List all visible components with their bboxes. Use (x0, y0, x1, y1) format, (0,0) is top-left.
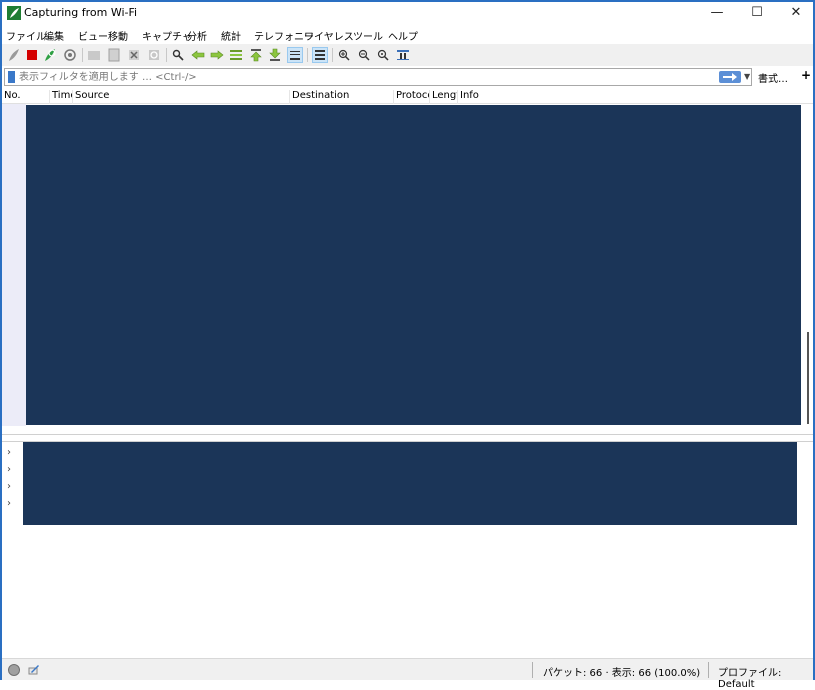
save-file-icon[interactable] (106, 47, 122, 63)
packet-details-pane[interactable]: › › › › (2, 442, 813, 656)
column-info[interactable]: Info (458, 90, 798, 104)
zoom-in-icon[interactable] (336, 47, 352, 63)
reload-icon[interactable] (146, 47, 162, 63)
main-toolbar (2, 44, 813, 66)
column-time[interactable]: Time (50, 90, 73, 104)
menu-capture[interactable]: キャプチャ (142, 28, 192, 43)
close-file-icon[interactable] (126, 47, 142, 63)
display-filter-bar: ▼ 書式… + (2, 67, 813, 87)
expert-info-icon[interactable] (8, 664, 20, 676)
menu-bar: ファイル 編集 ビュー 移動 キャプチャ 分析 統計 テレフォニー ワイヤレス … (2, 25, 813, 44)
menu-statistics[interactable]: 統計 (221, 28, 241, 43)
toolbar-separator (307, 48, 308, 62)
shark-fin-start-icon[interactable] (6, 47, 22, 63)
maximize-button[interactable]: ☐ (738, 2, 776, 24)
expand-arrow-icon[interactable]: › (7, 464, 11, 475)
column-source[interactable]: Source (73, 90, 290, 104)
expand-arrow-icon[interactable]: › (7, 447, 11, 458)
wireshark-window: Capturing from Wi-Fi — ☐ ✕ ファイル 編集 ビュー 移… (0, 0, 815, 690)
autoscroll-icon[interactable] (287, 47, 303, 63)
pane-splitter[interactable] (2, 434, 813, 442)
packet-list-header: No. Time Source Destination Protocol Len… (2, 88, 813, 104)
menu-file[interactable]: ファイル (6, 28, 46, 43)
colorize-icon[interactable] (312, 47, 328, 63)
menu-wireless[interactable]: ワイヤレス (304, 28, 354, 43)
menu-view[interactable]: ビュー (78, 28, 108, 43)
status-separator (708, 662, 709, 678)
first-packet-icon[interactable] (248, 47, 264, 63)
toolbar-separator (332, 48, 333, 62)
packet-list-gutter (2, 104, 26, 426)
zoom-out-icon[interactable] (356, 47, 372, 63)
wireshark-app-icon (7, 6, 21, 20)
stop-icon[interactable] (24, 47, 40, 63)
column-length[interactable]: Length (430, 90, 458, 104)
menu-tools[interactable]: ツール (353, 28, 383, 43)
bookmark-icon[interactable] (8, 71, 15, 83)
toolbar-separator (166, 48, 167, 62)
window-title: Capturing from Wi-Fi (24, 6, 138, 19)
find-icon[interactable] (170, 47, 186, 63)
status-bar: パケット: 66 · 表示: 66 (100.0%) プロファイル: Defau… (2, 658, 813, 690)
add-filter-button[interactable]: + (801, 68, 811, 82)
apply-filter-button[interactable] (719, 71, 741, 83)
last-packet-icon[interactable] (267, 47, 283, 63)
zoom-reset-icon[interactable] (375, 47, 391, 63)
redacted-packet-rows (26, 105, 801, 425)
resize-columns-icon[interactable] (395, 47, 411, 63)
column-protocol[interactable]: Protocol (394, 90, 430, 104)
profile-label[interactable]: プロファイル: Default (718, 664, 813, 690)
open-file-icon[interactable] (86, 47, 102, 63)
display-filter-input[interactable] (19, 70, 709, 84)
go-back-icon[interactable] (190, 47, 206, 63)
title-bar: Capturing from Wi-Fi — ☐ ✕ (2, 2, 813, 24)
capture-options-icon[interactable] (62, 47, 78, 63)
go-to-packet-icon[interactable] (228, 47, 244, 63)
menu-help[interactable]: ヘルプ (388, 28, 418, 43)
packet-count: パケット: 66 · 表示: 66 (100.0%) (543, 668, 701, 679)
packet-list[interactable] (2, 104, 813, 434)
expand-arrow-icon[interactable]: › (7, 481, 11, 492)
restart-icon[interactable] (42, 47, 58, 63)
expand-arrow-icon[interactable]: › (7, 498, 11, 509)
close-button[interactable]: ✕ (777, 2, 815, 24)
toolbar-separator (82, 48, 83, 62)
minimize-button[interactable]: — (698, 2, 736, 24)
scrollbar-thumb[interactable] (807, 332, 809, 424)
capture-comment-icon[interactable] (28, 663, 40, 675)
menu-go[interactable]: 移動 (108, 28, 128, 43)
chevron-down-icon[interactable]: ▼ (744, 70, 753, 84)
filter-expression-button[interactable]: 書式… (758, 70, 788, 85)
go-forward-icon[interactable] (209, 47, 225, 63)
menu-analyze[interactable]: 分析 (187, 28, 207, 43)
menu-edit[interactable]: 編集 (44, 28, 64, 43)
packet-list-scrollbar[interactable] (803, 104, 813, 434)
arrow-right-icon (723, 73, 737, 81)
status-separator (532, 662, 533, 678)
column-no[interactable]: No. (2, 90, 50, 104)
column-destination[interactable]: Destination (290, 90, 394, 104)
redacted-packet-details (23, 442, 797, 525)
display-filter-box: ▼ (4, 68, 752, 86)
